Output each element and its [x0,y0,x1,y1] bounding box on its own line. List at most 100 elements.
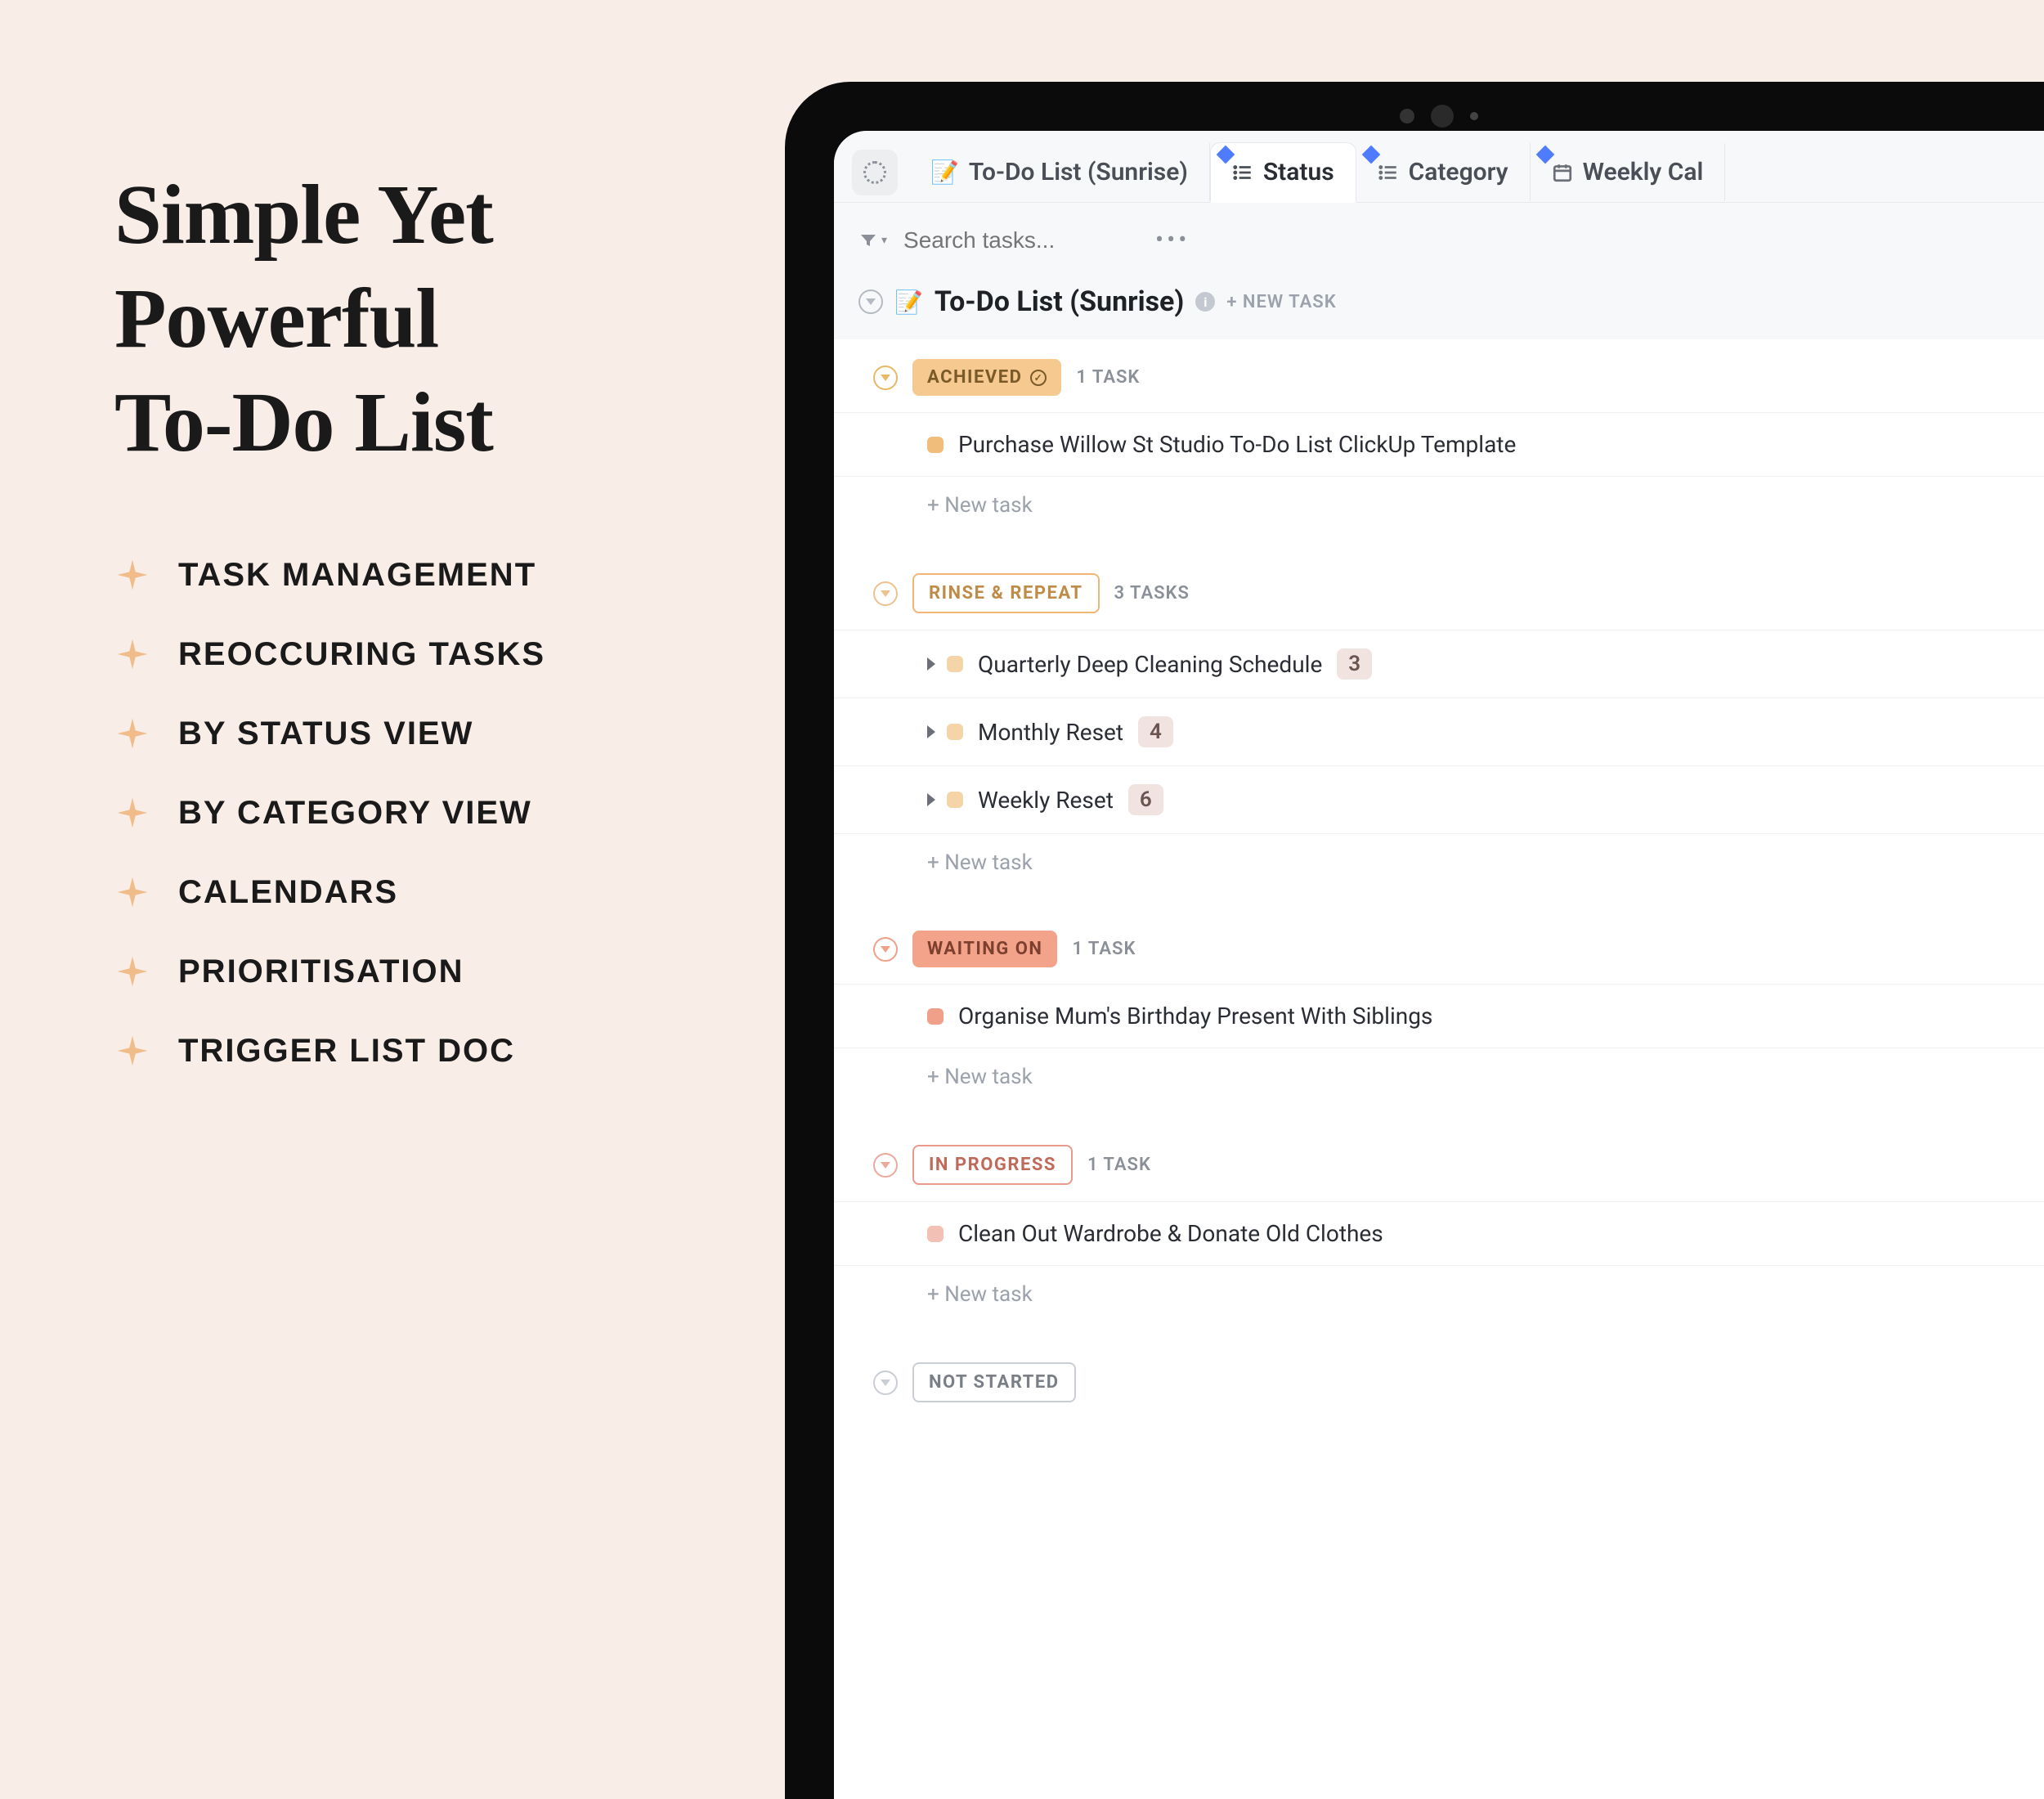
device-camera [1400,105,1478,128]
breadcrumb-tab[interactable]: 📝 To-Do List (Sunrise) [909,143,1210,201]
group-header: NOT STARTED [834,1353,2044,1419]
task-title: Weekly Reset [978,787,1114,814]
new-task-button[interactable]: + New task [834,476,2044,523]
tab-category[interactable]: Category [1356,143,1531,201]
status-group: WAITING ON 1 TASKOrganise Mum's Birthday… [834,921,2044,1135]
feature-item: BY CATEGORY VIEW [114,795,687,832]
subtask-count-badge: 4 [1138,716,1173,747]
list-icon [1232,162,1253,183]
collapse-list-button[interactable] [858,289,883,314]
status-dot-icon[interactable] [927,437,944,453]
collapse-sidebar-button[interactable] [852,150,898,195]
collapse-group-button[interactable] [873,1371,898,1395]
search-input[interactable] [903,227,1132,253]
status-label: IN PROGRESS [929,1155,1056,1175]
calendar-icon [1552,162,1573,183]
task-title: Purchase Willow St Studio To-Do List Cli… [958,431,1516,458]
list-title: To-Do List (Sunrise) [935,285,1184,318]
chevron-down-icon [881,1380,890,1386]
status-label: WAITING ON [927,939,1042,959]
new-task-button[interactable]: + NEW TASK [1226,292,1336,312]
subtask-count-badge: 6 [1128,784,1163,815]
feature-item: TRIGGER LIST DOC [114,1033,687,1070]
collapse-group-button[interactable] [873,581,898,606]
camera-dot [1400,109,1414,123]
group-header: ACHIEVED ✓ 1 TASK [834,349,2044,412]
tab-weekly-cal[interactable]: Weekly Cal [1531,143,1726,201]
status-chip[interactable]: RINSE & REPEAT [912,573,1100,613]
status-dot-icon[interactable] [927,1226,944,1242]
chevron-down-icon [866,298,876,305]
new-task-button[interactable]: + New task [834,833,2044,880]
task-row[interactable]: Clean Out Wardrobe & Donate Old Clothes [834,1201,2044,1265]
feature-text: BY CATEGORY VIEW [178,795,532,832]
status-chip[interactable]: ACHIEVED ✓ [912,359,1061,396]
status-dot-icon[interactable] [947,724,963,740]
headline: Simple Yet Powerful To-Do List [114,164,687,475]
task-count: 1 TASK [1087,1155,1151,1175]
group-header: WAITING ON 1 TASK [834,921,2044,984]
feature-text: PRIORITISATION [178,953,464,990]
status-dot-icon[interactable] [947,656,963,672]
tablet-frame: 📝 To-Do List (Sunrise) Status Category W… [785,82,2044,1799]
groups-container: ACHIEVED ✓ 1 TASK Purchase Willow St Stud… [834,339,2044,1799]
new-task-button[interactable]: + New task [834,1048,2044,1094]
feature-list: TASK MANAGEMENT REOCCURING TASKS BY STAT… [114,557,687,1070]
task-count: 1 TASK [1076,367,1140,388]
collapse-group-button[interactable] [873,1153,898,1178]
task-title: Monthly Reset [978,719,1123,746]
more-options-button[interactable]: ••• [1155,226,1190,254]
toolbar: ▾ ••• [834,203,2044,277]
filter-button[interactable]: ▾ [858,231,887,250]
status-dot-icon[interactable] [947,792,963,808]
status-chip[interactable]: IN PROGRESS [912,1145,1073,1185]
status-chip[interactable]: NOT STARTED [912,1362,1076,1402]
headline-line-1: Simple Yet [114,168,493,262]
expand-caret-icon[interactable] [927,793,935,806]
feature-item: PRIORITISATION [114,953,687,990]
status-group: IN PROGRESS 1 TASK Clean Out Wardrobe & D… [834,1135,2044,1353]
headline-line-3: To-Do List [114,375,493,469]
memo-icon: 📝 [930,159,959,186]
task-row[interactable]: Purchase Willow St Studio To-Do List Cli… [834,412,2044,476]
task-row[interactable]: Quarterly Deep Cleaning Schedule 3 [834,630,2044,698]
group-header: IN PROGRESS 1 TASK [834,1135,2044,1201]
status-chip[interactable]: WAITING ON [912,931,1057,967]
dotted-circle-icon [863,161,886,184]
marketing-panel: Simple Yet Powerful To-Do List TASK MANA… [0,0,785,1635]
new-task-button[interactable]: + New task [834,1265,2044,1312]
collapse-group-button[interactable] [873,937,898,962]
task-row[interactable]: Weekly Reset 6 [834,765,2044,833]
sparkle-icon [114,636,150,672]
tab-status[interactable]: Status [1210,142,1356,203]
chevron-down-icon [881,1162,890,1169]
feature-item: BY STATUS VIEW [114,716,687,752]
view-tabs-bar: 📝 To-Do List (Sunrise) Status Category W… [834,131,2044,203]
chevron-down-icon [881,375,890,381]
collapse-group-button[interactable] [873,366,898,390]
chevron-down-icon: ▾ [881,234,887,247]
expand-caret-icon[interactable] [927,725,935,738]
feature-text: TRIGGER LIST DOC [178,1033,515,1070]
task-title: Clean Out Wardrobe & Donate Old Clothes [958,1220,1383,1247]
task-row[interactable]: Organise Mum's Birthday Present With Sib… [834,984,2044,1048]
status-dot-icon[interactable] [927,1008,944,1025]
camera-dot [1470,112,1478,120]
sparkle-icon [114,1033,150,1069]
info-icon[interactable]: i [1195,292,1215,312]
headline-line-2: Powerful [114,271,438,366]
status-label: RINSE & REPEAT [929,583,1083,603]
tab-status-label: Status [1263,158,1334,186]
subtask-count-badge: 3 [1337,648,1372,680]
sparkle-icon [114,716,150,751]
status-group: RINSE & REPEAT 3 TASKSQuarterly Deep Cle… [834,563,2044,921]
task-row[interactable]: Monthly Reset 4 [834,698,2044,765]
sparkle-icon [114,953,150,989]
task-title: Quarterly Deep Cleaning Schedule [978,651,1322,678]
expand-caret-icon[interactable] [927,657,935,671]
chevron-down-icon [881,946,890,953]
list-icon [1378,162,1399,183]
group-header: RINSE & REPEAT 3 TASKS [834,563,2044,630]
tab-category-label: Category [1409,158,1508,186]
status-label: NOT STARTED [929,1372,1060,1393]
